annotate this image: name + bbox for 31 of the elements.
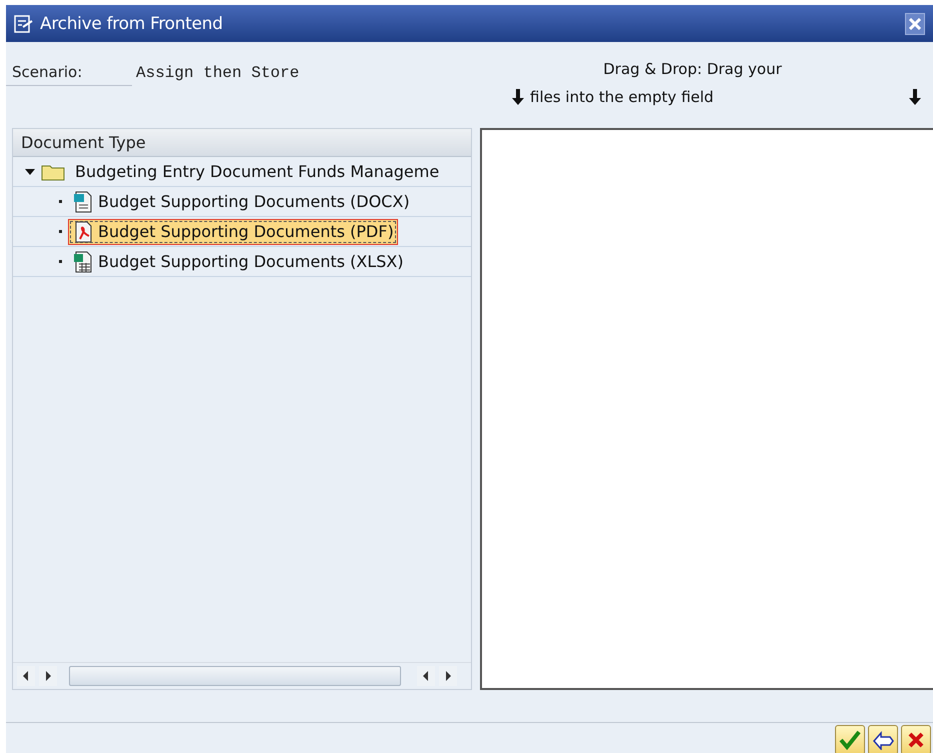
cancel-button[interactable] (901, 725, 931, 753)
scroll-left-button[interactable] (17, 666, 35, 686)
drop-field[interactable] (480, 128, 933, 690)
return-arrow-icon (872, 730, 894, 750)
check-icon (839, 730, 861, 750)
back-button[interactable] (868, 725, 898, 753)
close-icon (909, 18, 921, 30)
expanded-arrow-icon[interactable] (25, 168, 35, 174)
tree-item[interactable]: Budgeting Entry Document Funds Manageme (71, 160, 444, 183)
down-arrow-icon (512, 89, 524, 105)
scroll-right-button[interactable] (39, 666, 57, 686)
folder-icon (41, 162, 65, 180)
spreadsheet-icon (72, 250, 94, 272)
scenario-value: Assign then Store (136, 63, 300, 82)
column-header: Document Type (13, 129, 471, 157)
tree-item[interactable]: Budget Supporting Documents (PDF) (68, 218, 398, 244)
down-arrow-icon (909, 89, 921, 105)
scroll-left-button[interactable] (417, 666, 435, 686)
window-icon (14, 14, 34, 32)
word-document-icon (72, 190, 94, 212)
scrollbar-thumb[interactable] (69, 666, 401, 686)
scroll-right-button[interactable] (439, 666, 457, 686)
drop-hint-text: Drag & Drop: Drag your (603, 60, 782, 78)
window-title: Archive from Frontend (40, 14, 223, 34)
drop-hint-text: files into the empty field (530, 88, 715, 106)
confirm-button[interactable] (835, 725, 865, 753)
tree-item[interactable]: Budget Supporting Documents (XLSX) (68, 248, 408, 274)
close-button[interactable] (905, 12, 925, 34)
scenario-label: Scenario: (6, 63, 132, 86)
tree-item[interactable]: Budget Supporting Documents (DOCX) (68, 188, 414, 214)
close-icon (907, 731, 925, 749)
